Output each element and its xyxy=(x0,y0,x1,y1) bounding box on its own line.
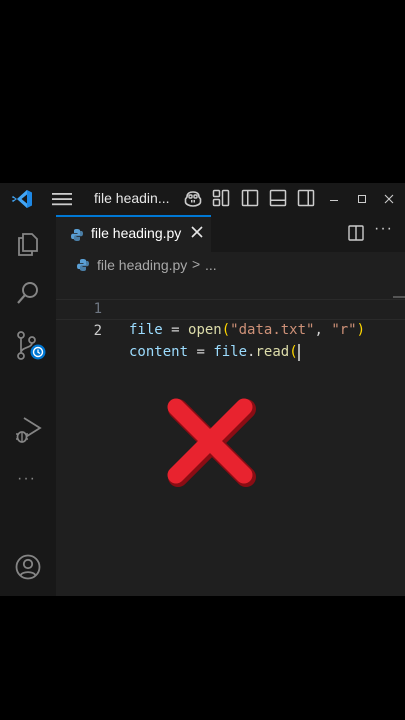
code-token: "r" xyxy=(331,322,357,338)
code-token: ( xyxy=(289,344,298,360)
more-icon[interactable]: ··· xyxy=(17,470,36,488)
line-number: 2 xyxy=(93,323,102,339)
window-title[interactable]: file headin... xyxy=(94,190,170,206)
explorer-icon[interactable] xyxy=(14,229,42,262)
code-token: file xyxy=(129,322,163,338)
split-editor-icon[interactable] xyxy=(348,225,364,246)
run-debug-icon[interactable] xyxy=(14,415,42,450)
toggle-primary-sidebar-icon[interactable] xyxy=(241,189,259,212)
toggle-panel-icon[interactable] xyxy=(269,189,287,212)
code-token: = xyxy=(188,344,214,360)
maximize-icon[interactable] xyxy=(357,191,367,209)
red-x-mark-icon xyxy=(162,393,262,498)
accounts-icon[interactable] xyxy=(14,553,42,586)
menu-icon[interactable] xyxy=(52,192,72,211)
breadcrumb-file[interactable]: file heading.py xyxy=(97,257,187,273)
minimize-icon[interactable] xyxy=(329,192,339,210)
code-token: "data.txt" xyxy=(230,322,315,338)
vscode-window: file headin... ··· file heading.py ··· f… xyxy=(0,183,405,596)
more-actions-button[interactable]: ··· xyxy=(374,220,393,238)
python-file-icon xyxy=(70,228,84,247)
search-icon[interactable] xyxy=(14,279,42,312)
code-token: ( xyxy=(221,322,231,338)
toggle-secondary-sidebar-icon[interactable] xyxy=(297,189,315,212)
python-file-icon xyxy=(76,258,90,277)
tab-close-icon[interactable] xyxy=(190,225,204,244)
breadcrumb: file heading.py > ... xyxy=(56,252,405,278)
line-content: file = open("data.txt", "r") xyxy=(129,320,365,341)
tab-label: file heading.py xyxy=(91,225,182,241)
code-editor[interactable]: 1 file = open("data.txt", "r") 2 content… xyxy=(56,278,405,361)
code-token: = xyxy=(162,322,189,338)
title-bar: file headin... xyxy=(0,183,405,215)
code-token: read xyxy=(255,344,290,360)
breadcrumb-more[interactable]: ... xyxy=(205,257,217,273)
code-token: open xyxy=(188,322,222,338)
overview-ruler-mark xyxy=(393,296,405,298)
code-token: , xyxy=(314,322,332,338)
activity-bar: ··· xyxy=(0,215,56,596)
close-window-icon[interactable] xyxy=(384,191,394,209)
code-token: file xyxy=(213,344,248,360)
code-token: ) xyxy=(356,322,366,338)
editor-tab-bar: file heading.py ··· xyxy=(56,215,405,252)
code-line-current[interactable]: 2 content = file.read( xyxy=(56,299,405,361)
vscode-logo-icon xyxy=(11,189,33,214)
copilot-icon[interactable] xyxy=(183,189,203,214)
tab-file-heading[interactable]: file heading.py xyxy=(56,215,211,252)
code-token: content xyxy=(129,344,189,360)
source-control-icon[interactable] xyxy=(14,330,48,367)
line-content: content = file.read( xyxy=(129,342,300,363)
breadcrumb-separator: > xyxy=(192,256,201,272)
customize-layout-icon[interactable] xyxy=(212,189,230,212)
code-line[interactable]: 1 file = open("data.txt", "r") xyxy=(56,278,405,338)
text-cursor xyxy=(297,343,300,361)
